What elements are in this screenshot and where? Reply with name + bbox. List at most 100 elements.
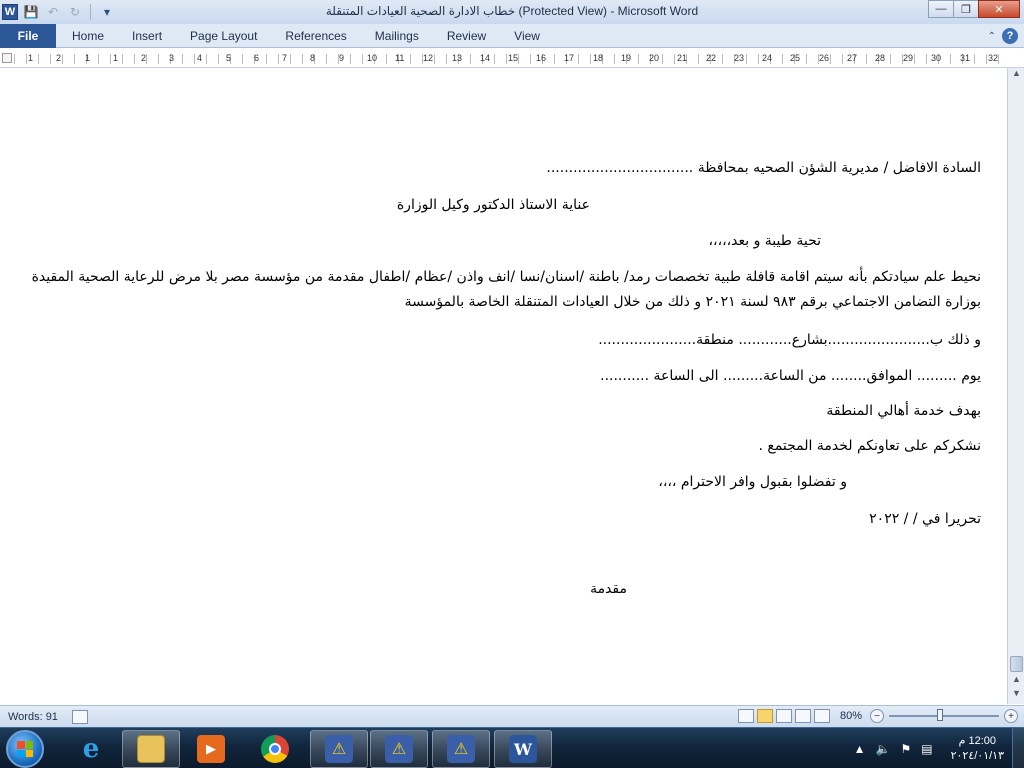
draft-view-icon[interactable]: [813, 709, 830, 723]
quick-access-toolbar: W 💾 ↶ ↻ ▾: [0, 0, 116, 24]
taskbar-explorer[interactable]: [122, 730, 180, 768]
ruler-number: 9: [339, 53, 345, 63]
taskbar-chrome[interactable]: [246, 730, 304, 768]
ruler-number: 32: [988, 53, 999, 63]
ruler-number: 27: [847, 53, 858, 63]
windows-logo-icon: [17, 741, 33, 757]
ruler-number: 20: [649, 53, 660, 63]
volume-icon[interactable]: 🔈: [876, 742, 891, 756]
tab-review[interactable]: Review: [447, 29, 486, 43]
ruler-number: 12: [423, 53, 434, 63]
ribbon-tabs: File Home Insert Page Layout References …: [0, 23, 1024, 48]
tab-page-layout[interactable]: Page Layout: [190, 29, 257, 43]
zoom-slider[interactable]: [889, 709, 999, 721]
word-app-icon[interactable]: W: [2, 4, 18, 20]
outline-view-icon[interactable]: [794, 709, 811, 723]
full-screen-reading-icon[interactable]: [756, 709, 773, 723]
print-layout-icon[interactable]: [737, 709, 754, 723]
clock[interactable]: 12:00 م ٢٠٢٤/٠١/١٣: [951, 734, 1004, 764]
previous-page-icon[interactable]: ▲: [1009, 674, 1024, 688]
minimize-button[interactable]: —: [928, 0, 954, 18]
taskbar-app-2[interactable]: ⚠: [370, 730, 428, 768]
vertical-scrollbar[interactable]: ▲ ▲ ▼: [1007, 68, 1024, 704]
show-hidden-icons-icon[interactable]: ▲: [854, 742, 866, 756]
doc-line-body-2: بوزارة التضامن الاجتماعي برقم ٩٨٣ لسنة ٢…: [404, 294, 981, 310]
customize-qat-icon[interactable]: ▾: [98, 3, 116, 21]
action-center-flag-icon[interactable]: ⚑: [901, 742, 912, 756]
doc-line-body-1: نحيط علم سيادتكم بأنه سيتم اقامة قافلة ط…: [31, 269, 981, 285]
doc-line-thanks: نشكركم على تعاونكم لخدمة المجتمع .: [758, 438, 981, 454]
doc-line-location: و ذلك ب.......................بشارع.....…: [598, 332, 981, 348]
ruler-number: 7: [282, 53, 288, 63]
restore-button[interactable]: ❐: [953, 0, 979, 18]
taskbar-app-3[interactable]: ⚠: [432, 730, 490, 768]
ruler-number: 5: [226, 53, 232, 63]
scroll-up-icon[interactable]: ▲: [1009, 68, 1024, 82]
document-page[interactable]: السادة الافاضل / مديرية الشؤن الصحيه بمح…: [0, 69, 1007, 704]
show-desktop-button[interactable]: [1012, 728, 1024, 768]
doc-line-date-time: يوم ......... الموافق........ من الساعة.…: [600, 368, 981, 384]
ruler-number: 13: [452, 53, 463, 63]
ruler-number: 21: [677, 53, 688, 63]
zoom-in-icon[interactable]: +: [1004, 709, 1018, 723]
qat-separator: [90, 4, 91, 20]
web-layout-icon[interactable]: [775, 709, 792, 723]
horizontal-ruler[interactable]: 1 2 1 1 2 3 4 5 6 7 8 9 10 11 12 13 14 15 16 17 18 19 20 21 22 23…: [0, 50, 1024, 68]
track-changes-icon[interactable]: [71, 709, 88, 724]
clock-date: ٢٠٢٤/٠١/١٣: [950, 749, 1004, 762]
expand-ribbon-icon[interactable]: ⌃: [988, 31, 996, 42]
tab-mailings[interactable]: Mailings: [375, 29, 419, 43]
chrome-icon: [261, 735, 289, 763]
ruler-number: 1: [85, 53, 91, 63]
taskbar-media-player[interactable]: ▶: [182, 730, 240, 768]
zoom-level[interactable]: 80%: [840, 710, 862, 722]
close-button[interactable]: ✕: [978, 0, 1020, 18]
ruler-number: 31: [960, 53, 971, 63]
media-player-icon: ▶: [197, 735, 225, 763]
help-icon[interactable]: ?: [1002, 28, 1018, 44]
ruler-number: 4: [197, 53, 203, 63]
zoom-slider-thumb[interactable]: [937, 709, 943, 721]
folder-icon: [137, 735, 165, 763]
doc-line-greeting: تحية طيبة و بعد،،،،،: [708, 233, 821, 249]
doc-line-recipient: السادة الافاضل / مديرية الشؤن الصحيه بمح…: [546, 160, 981, 176]
doc-line-submitter: مقدمة: [590, 581, 627, 597]
ruler-number: 16: [536, 53, 547, 63]
tab-selector-icon[interactable]: [2, 53, 12, 63]
ruler-number: 14: [480, 53, 491, 63]
word-count[interactable]: Words: 91: [0, 711, 58, 723]
internet-explorer-icon: e: [82, 734, 100, 764]
doc-line-written-on: تحريرا في / / ٢٠٢٢: [869, 511, 981, 527]
windows-taskbar: e ▶ ⚠ ⚠ ⚠ W ▲ 🔈 ⚑ ▤ 12:00 م ٢٠٢٤/٠١/١٣: [0, 727, 1024, 768]
ruler-number: 19: [621, 53, 632, 63]
warning-document-icon: ⚠: [447, 735, 475, 763]
tab-view[interactable]: View: [514, 29, 540, 43]
tab-references[interactable]: References: [285, 29, 346, 43]
doc-line-closing: و تفضلوا بقبول وافر الاحترام ،،،،: [658, 474, 847, 490]
start-button[interactable]: [6, 730, 44, 768]
zoom-out-icon[interactable]: −: [870, 709, 884, 723]
ruler-number: 3: [169, 53, 175, 63]
ruler-number: 26: [819, 53, 830, 63]
taskbar-word[interactable]: W: [494, 730, 552, 768]
ruler-number: 29: [903, 53, 914, 63]
tab-file[interactable]: File: [0, 23, 56, 48]
next-page-icon[interactable]: ▼: [1009, 688, 1024, 702]
ruler-number: 2: [141, 53, 147, 63]
save-icon[interactable]: 💾: [22, 3, 40, 21]
clock-time: 12:00 م: [958, 734, 996, 747]
ruler-number: 15: [508, 53, 519, 63]
redo-icon[interactable]: ↻: [66, 3, 84, 21]
tab-home[interactable]: Home: [72, 29, 104, 43]
window-controls: — ❐ ✕: [928, 0, 1020, 18]
system-tray: ▲ 🔈 ⚑ ▤ 12:00 م ٢٠٢٤/٠١/١٣: [844, 728, 1004, 768]
warning-document-icon: ⚠: [385, 735, 413, 763]
taskbar-ie[interactable]: e: [62, 730, 120, 768]
tab-insert[interactable]: Insert: [132, 29, 162, 43]
network-icon[interactable]: ▤: [921, 742, 932, 756]
scroll-thumb[interactable]: [1010, 656, 1023, 672]
ruler-numbers: 1 2 1 1 2 3 4 5 6 7 8 9 10 11 12 13 14 15 16 17 18 19 20 21 22 23…: [14, 53, 1002, 65]
ruler-number: 8: [310, 53, 316, 63]
taskbar-app-1[interactable]: ⚠: [310, 730, 368, 768]
undo-icon[interactable]: ↶: [44, 3, 62, 21]
